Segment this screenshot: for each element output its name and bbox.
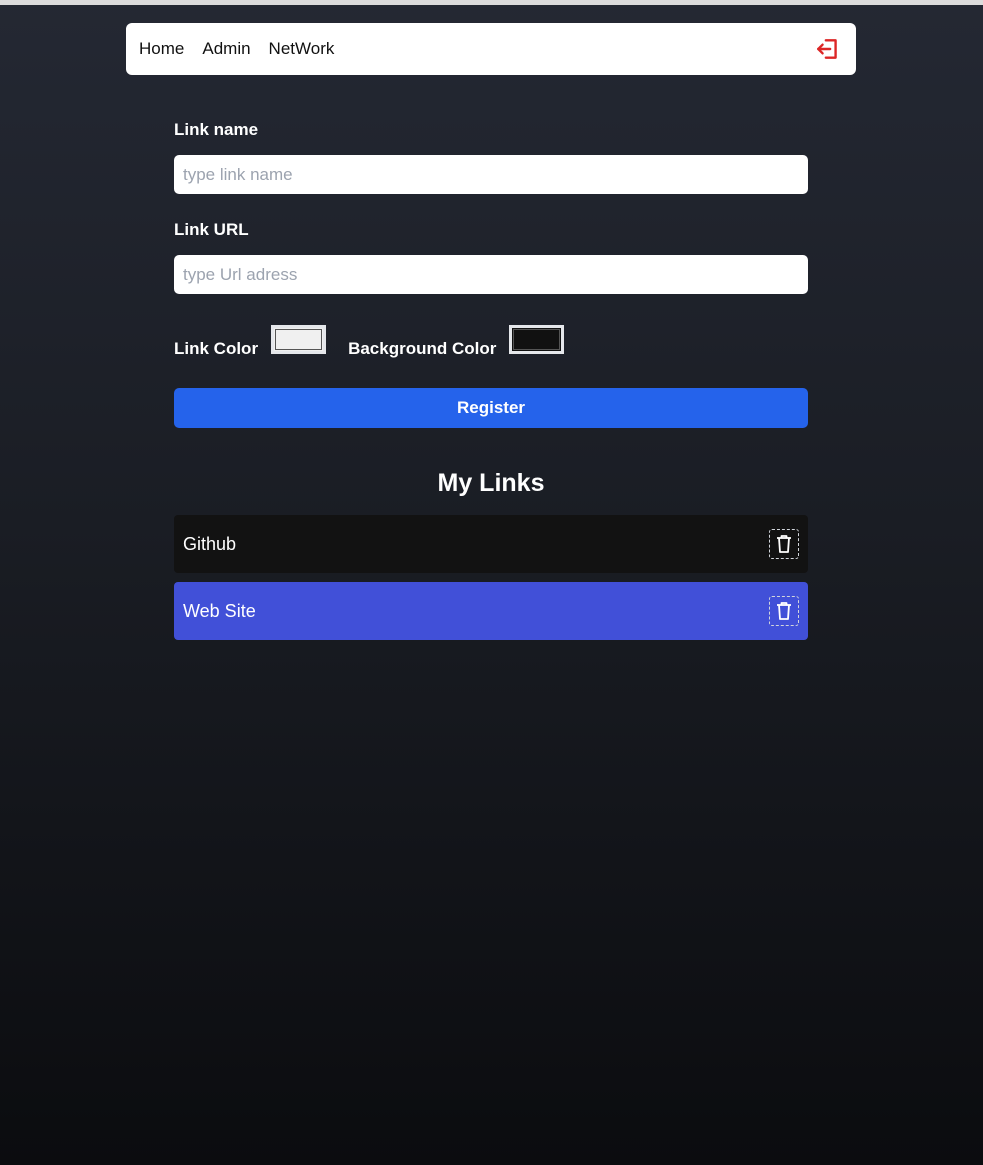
link-form: Link name Link URL Link Color Background… [174,120,808,649]
background-color-picker[interactable] [509,325,565,354]
link-color-swatch-fill [275,329,323,350]
logout-icon [817,39,837,59]
nav-home-link[interactable]: Home [139,39,184,59]
link-item-label: Web Site [183,600,256,621]
nav-network-link[interactable]: NetWork [269,39,335,59]
link-url-label: Link URL [174,220,249,239]
link-item-label: Github [183,533,237,554]
navbar: Home Admin NetWork [126,23,856,75]
trash-icon [777,535,791,553]
link-color-picker[interactable] [271,325,327,354]
link-url-input[interactable] [174,255,808,294]
trash-icon [777,602,791,620]
delete-link-button[interactable] [769,529,799,559]
link-name-input[interactable] [174,155,808,194]
background-color-label: Background Color [348,339,497,358]
register-button[interactable]: Register [174,388,808,428]
links-list: Github Web Site [174,515,808,640]
nav-links: Home Admin NetWork [139,39,334,59]
link-item-github[interactable]: Github [174,515,808,573]
link-name-label: Link name [174,120,259,139]
logout-button[interactable] [813,34,843,64]
browser-top-strip [0,0,983,5]
my-links-title: My Links [437,469,545,497]
link-color-label: Link Color [174,339,259,358]
background-color-swatch-fill [513,329,561,350]
delete-link-button[interactable] [769,596,799,626]
nav-admin-link[interactable]: Admin [202,39,250,59]
link-item-website[interactable]: Web Site [174,582,808,640]
color-pickers-row: Link Color Background Color [174,325,808,359]
